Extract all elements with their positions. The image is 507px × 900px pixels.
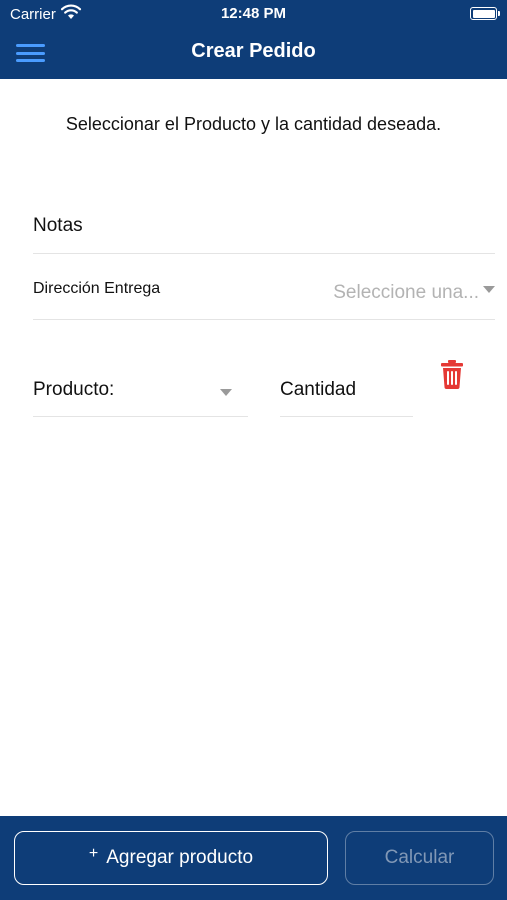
delivery-address-label: Dirección Entrega [33, 280, 161, 297]
calculate-label: Calcular [384, 847, 455, 868]
instructions-text: Seleccionar el Producto y la cantidad de… [65, 114, 442, 134]
delivery-address-row: Dirección Entrega Seleccione una... [33, 268, 495, 320]
trash-icon[interactable] [440, 359, 464, 389]
page-title: Crear Pedido [191, 40, 316, 62]
quantity-placeholder: Cantidad [280, 379, 357, 400]
product-select[interactable]: Producto: [33, 364, 248, 417]
notes-placeholder: Notas [33, 215, 83, 236]
battery-icon [470, 7, 500, 20]
add-product-button[interactable]: + Agregar producto [14, 831, 328, 885]
quantity-input[interactable]: Cantidad [280, 364, 413, 417]
plus-icon: + [88, 845, 99, 862]
chevron-down-icon [220, 389, 232, 396]
clock: 12:48 PM [220, 5, 287, 22]
calculate-button[interactable]: Calcular [345, 831, 494, 885]
notes-input[interactable]: Notas [33, 204, 495, 254]
product-label: Producto: [33, 379, 115, 400]
add-product-label: Agregar producto [106, 847, 254, 868]
create-order-screen: Carrier 12:48 PM Crear Pedido Selecciona… [0, 0, 507, 900]
delivery-address-select[interactable]: Seleccione una... [333, 282, 479, 304]
top-bar: Carrier 12:48 PM Crear Pedido [0, 0, 507, 79]
status-bar: Carrier 12:48 PM [0, 0, 507, 28]
bottom-action-bar: + Agregar producto Calcular [0, 816, 507, 900]
chevron-down-icon[interactable] [483, 286, 495, 293]
